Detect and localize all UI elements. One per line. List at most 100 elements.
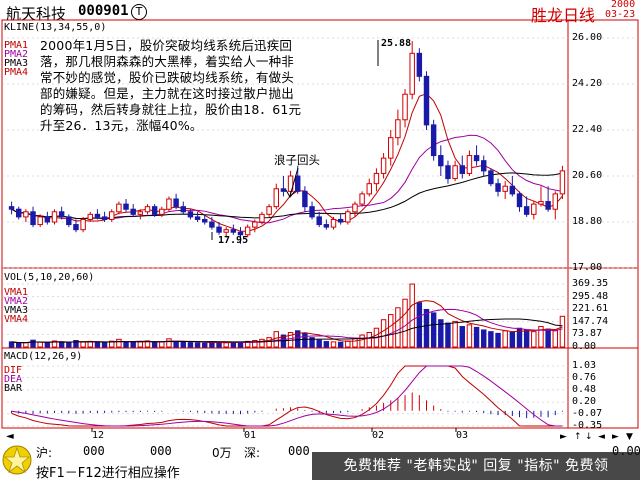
volume-bar [273, 331, 279, 348]
volume-bar [416, 302, 423, 348]
star-icon[interactable] [2, 444, 32, 476]
candle [466, 155, 473, 174]
scroll-right-button[interactable]: ► [560, 432, 567, 441]
candle [509, 185, 516, 195]
volume-y-tick: 73.87 [572, 328, 603, 340]
candle [209, 221, 215, 228]
kline-y-tick: 20.60 [572, 170, 603, 181]
volume-bar [66, 342, 72, 348]
candle [123, 203, 129, 210]
svg-text:◄: ◄ [6, 431, 14, 441]
volume-bar [409, 283, 415, 348]
candle [531, 203, 537, 215]
candle [452, 165, 458, 180]
candle [137, 211, 144, 215]
kline-y-tick: 26.00 [572, 32, 603, 43]
candle [8, 206, 15, 210]
candle [430, 124, 437, 157]
kline-y-tick: 24.20 [572, 78, 603, 89]
volume-bar [330, 341, 337, 348]
volume-bar [230, 341, 237, 348]
candle [44, 216, 51, 223]
volume-bar [180, 341, 186, 348]
macd-label: MACD(12,26,9) [4, 351, 83, 362]
volume-bar [130, 341, 136, 348]
candle [366, 183, 372, 195]
candle [502, 185, 508, 192]
svg-text:◄: ◄ [598, 432, 605, 441]
candle [58, 211, 65, 218]
volume-unit: 0万 [212, 446, 232, 460]
kline-y-tick: 18.80 [572, 216, 603, 227]
zoom-up-button[interactable]: ↑ [574, 432, 582, 441]
page-left-button[interactable]: ◄ [598, 432, 605, 441]
macd-y-tick: -0.07 [572, 407, 603, 419]
candle [516, 193, 523, 208]
menu-button[interactable]: ▼ [626, 432, 633, 441]
sz-value-1: 000 [288, 444, 310, 458]
candle [252, 221, 258, 228]
volume-bar [237, 342, 244, 348]
candle [73, 224, 79, 231]
stock-chart-window: 航天科技 000901 T 胜龙日线 2000 03-23 KLINE(13,3… [0, 0, 640, 481]
volume-bar [495, 332, 501, 348]
volume-bar [559, 315, 566, 348]
candle [180, 206, 186, 213]
volume-bar [302, 332, 308, 348]
candle [16, 208, 22, 218]
annotation-note: 2000年1月5日，股价突破均线系统后迅疾回落，那几根阴森森的大黑棒，着实给人一… [40, 38, 302, 133]
volume-bar [202, 342, 208, 348]
page-right-button[interactable]: ► [612, 432, 619, 441]
dif-line [11, 365, 563, 427]
macd-y-tick: 0.20 [572, 396, 597, 408]
volume-bar [159, 341, 165, 348]
zoom-down-button[interactable]: ↓ [585, 432, 593, 441]
candle [352, 203, 358, 213]
svg-text:↓: ↓ [585, 432, 593, 441]
volume-bar [345, 340, 351, 348]
candle [259, 213, 265, 223]
candle [481, 160, 487, 172]
candle [373, 172, 380, 185]
volume-bar [545, 328, 551, 348]
volume-bar [259, 338, 265, 348]
svg-text:▼: ▼ [626, 432, 633, 441]
volume-bar [337, 341, 344, 348]
volume-y-tick: 147.74 [572, 315, 609, 327]
volume-bar [452, 320, 458, 348]
candle [380, 157, 387, 174]
function-key-hint: 按F1－F12进行相应操作 [36, 466, 180, 481]
sh-label: 沪: [36, 446, 53, 460]
candle [130, 208, 136, 215]
candle [445, 165, 451, 180]
high-price-label: 25.88 [381, 38, 412, 49]
candle [87, 213, 93, 220]
candle [166, 198, 172, 210]
candle [51, 211, 58, 223]
dea-line [11, 365, 563, 427]
candle [337, 218, 344, 223]
volume-bar [223, 342, 229, 348]
candle [30, 211, 36, 226]
scroll-left-button[interactable]: ◄ [6, 431, 14, 441]
candle [495, 183, 501, 192]
volume-bar [94, 341, 101, 348]
candle [552, 193, 558, 210]
low-price-label: 17.95 [218, 235, 249, 246]
volume-bar [445, 322, 451, 348]
volume-y-tick: 369.35 [572, 278, 609, 289]
volume-bar [509, 332, 516, 348]
volume-bar [58, 341, 65, 348]
sz-label: 深: [244, 446, 261, 460]
svg-text:↑: ↑ [574, 432, 582, 441]
volume-y-tick: 221.61 [572, 303, 609, 315]
volume-bar [123, 341, 129, 348]
volume-bar [430, 312, 437, 348]
candle [223, 229, 229, 233]
volume-bar [488, 331, 494, 348]
volume-bar [531, 331, 537, 348]
volume-bar [359, 334, 365, 348]
macd-y-tick: 0.48 [572, 383, 597, 395]
candle [159, 208, 165, 215]
volume-bar [459, 326, 465, 348]
